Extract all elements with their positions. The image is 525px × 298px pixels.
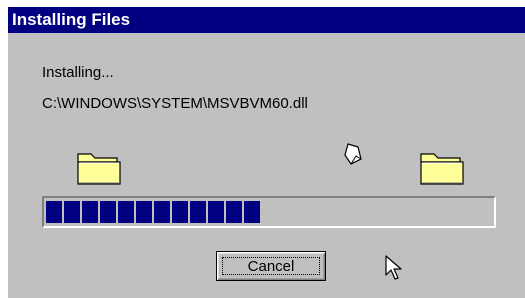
flying-document-icon [344, 143, 362, 165]
progress-block [226, 201, 242, 223]
destination-folder-icon [420, 153, 464, 185]
current-file-path: C:\WINDOWS\SYSTEM\MSVBVM60.dll [42, 95, 308, 112]
install-progress-bar [42, 196, 496, 228]
progress-block [208, 201, 224, 223]
status-label: Installing... [42, 64, 114, 81]
progress-block [172, 201, 188, 223]
progress-block [100, 201, 116, 223]
source-folder-icon [77, 153, 121, 185]
progress-block [136, 201, 152, 223]
installing-files-dialog: Installing Files Installing... C:\WINDOW… [8, 7, 525, 298]
progress-block [82, 201, 98, 223]
cancel-button[interactable]: Cancel [216, 251, 326, 281]
progress-block [64, 201, 80, 223]
progress-block [244, 201, 260, 223]
progress-block [154, 201, 170, 223]
mouse-cursor-icon [385, 255, 402, 280]
cancel-button-label: Cancel [222, 257, 320, 275]
progress-block [46, 201, 62, 223]
progress-fill [46, 201, 260, 223]
progress-block [118, 201, 134, 223]
progress-block [190, 201, 206, 223]
window-title: Installing Files [8, 7, 525, 33]
